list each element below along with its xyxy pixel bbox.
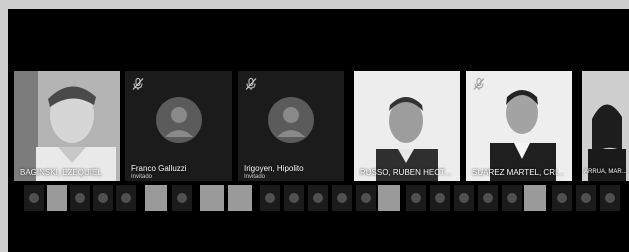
participant-thumbnail[interactable] [430,185,450,211]
meeting-stage: BAGINSKI, EZEQUIEL Franco Galluzzi Invit… [8,9,629,252]
participant-name: SUAREZ MARTEL, CRI... [472,168,564,177]
participant-thumbnail[interactable] [24,185,44,211]
participant-thumbnail[interactable] [145,185,167,211]
participant-name: Franco Galluzzi [131,164,187,173]
microphone-off-icon [245,78,257,90]
participant-thumbnail[interactable] [47,185,67,211]
participant-thumbnail-strip [14,185,629,211]
participant-tiles: BAGINSKI, EZEQUIEL Franco Galluzzi Invit… [14,71,629,181]
participant-video-image [582,71,629,181]
participant-tile-russo[interactable]: RUSSO, RUBEN HECT... [354,71,460,181]
microphone-off-icon [132,78,144,90]
participant-thumbnail[interactable] [308,185,328,211]
participant-thumbnail[interactable] [356,185,376,211]
participant-thumbnail[interactable] [600,185,620,211]
microphone-off-icon [473,78,485,90]
participant-name: RUSSO, RUBEN HECT... [360,168,451,177]
participant-name: BAGINSKI, EZEQUIEL [20,168,102,177]
participant-thumbnail[interactable] [116,185,136,211]
participant-name: Irigoyen, Hipolito [244,164,304,173]
participant-tile-franco[interactable]: Franco Galluzzi Invitado [125,71,232,181]
window-top-frame [0,0,629,9]
participant-thumbnail[interactable] [70,185,90,211]
participant-thumbnail[interactable] [524,185,546,211]
participant-thumbnail[interactable] [576,185,596,211]
participant-video-image [14,71,120,181]
window-left-frame [0,0,8,252]
participant-thumbnail[interactable] [406,185,426,211]
participant-thumbnail[interactable] [172,185,192,211]
participant-tile-irigoyen[interactable]: Irigoyen, Hipolito Invitado [238,71,344,181]
participant-role: Invitado [131,174,153,180]
participant-thumbnail[interactable] [552,185,572,211]
participant-name: ARRUA, MAR... [584,169,627,175]
participant-thumbnail[interactable] [260,185,280,211]
participant-thumbnail[interactable] [478,185,498,211]
participant-thumbnail[interactable] [378,185,400,211]
person-icon [155,97,202,143]
participant-tile-suarez[interactable]: SUAREZ MARTEL, CRI... [466,71,572,181]
participant-thumbnail[interactable] [332,185,352,211]
participant-video-image [354,71,460,181]
participant-thumbnail[interactable] [93,185,113,211]
participant-tile-arrua[interactable]: ARRUA, MAR... [582,71,629,181]
participant-thumbnail[interactable] [284,185,304,211]
participant-thumbnail[interactable] [200,185,224,211]
participant-thumbnail[interactable] [502,185,522,211]
person-icon [268,97,314,143]
participant-tile-baginski[interactable]: BAGINSKI, EZEQUIEL [14,71,120,181]
participant-thumbnail[interactable] [228,185,252,211]
participant-thumbnail[interactable] [454,185,474,211]
participant-role: Invitado [244,174,266,180]
